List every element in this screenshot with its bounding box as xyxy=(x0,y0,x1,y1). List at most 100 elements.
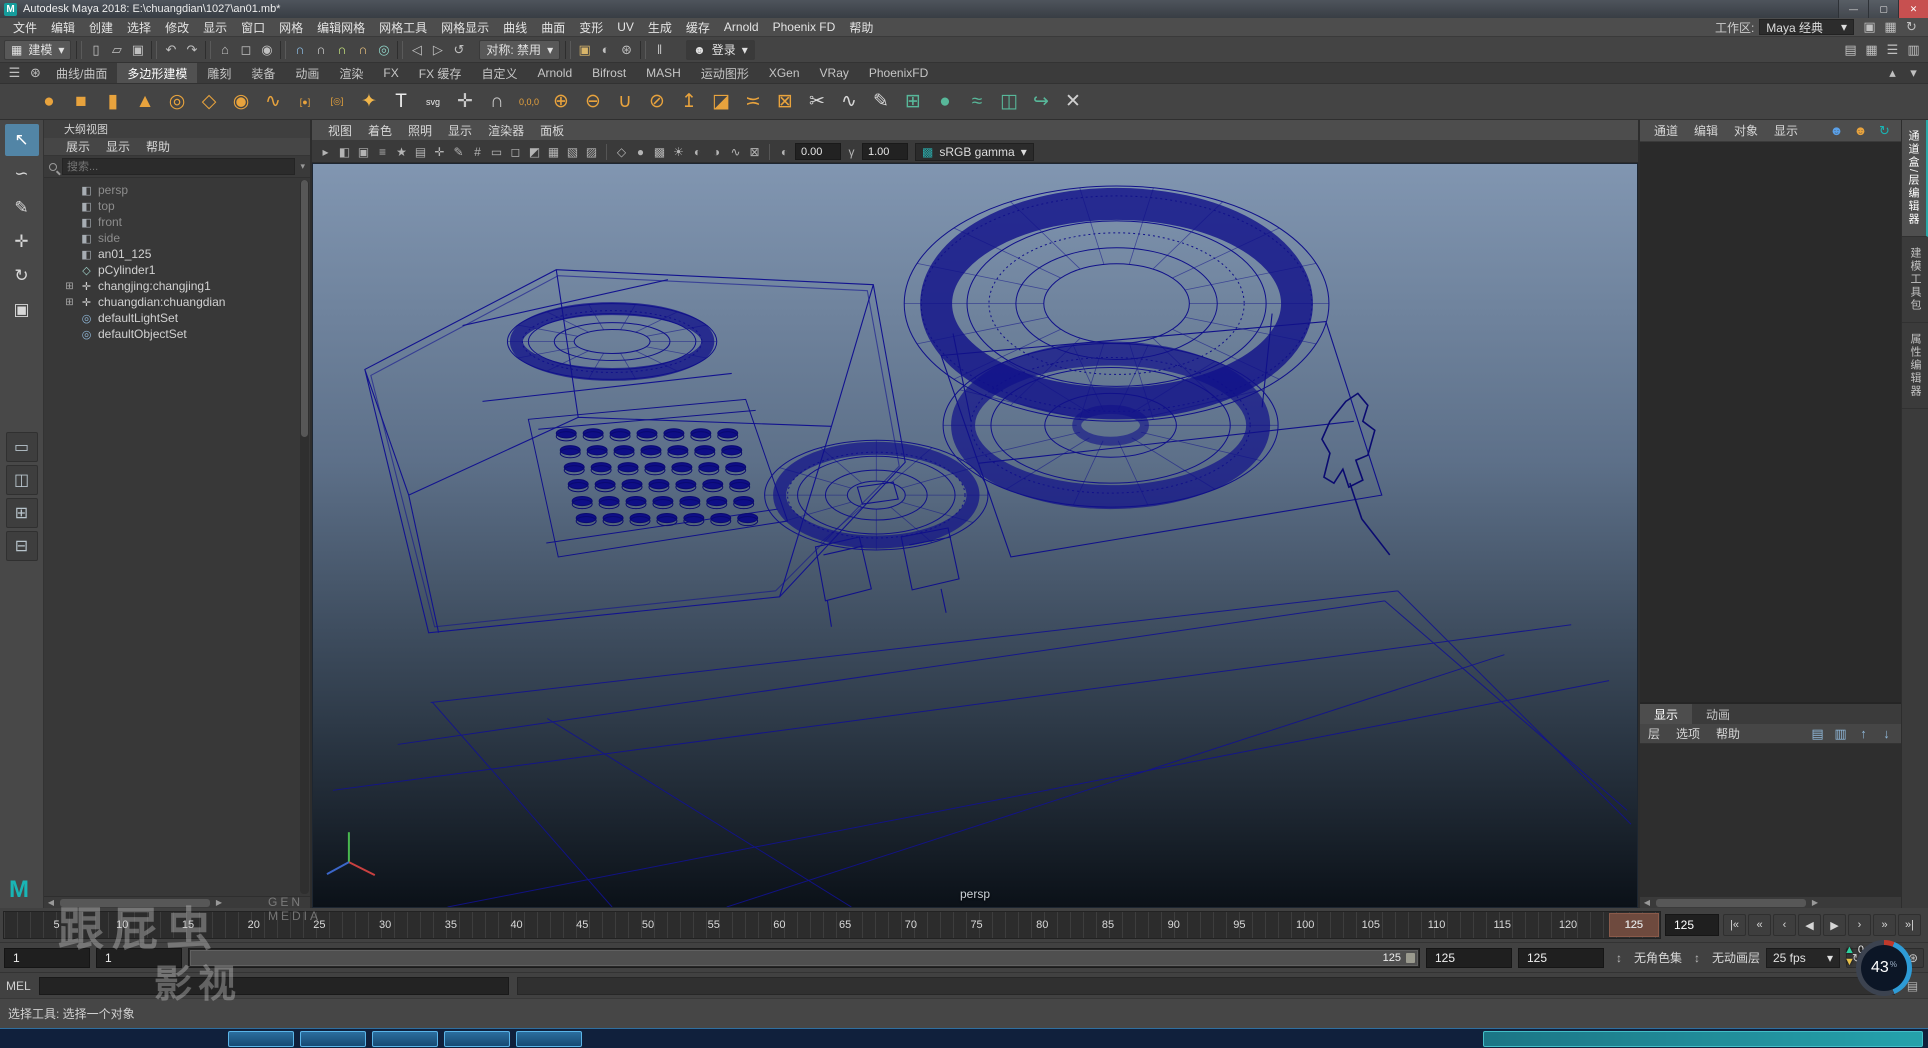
channel-box-empty-area[interactable] xyxy=(1640,142,1901,702)
poly-cylinder-icon[interactable]: ▮ xyxy=(98,87,128,117)
multi-cut-icon[interactable]: ✂ xyxy=(802,87,832,117)
select-object-icon[interactable]: ◻ xyxy=(235,39,256,60)
motion-blur-icon[interactable]: ∿ xyxy=(726,142,745,161)
scroll-left-icon[interactable]: ◀ xyxy=(44,898,58,907)
viewport-menu-item[interactable]: 渲染器 xyxy=(480,122,532,139)
range-grab-handle[interactable] xyxy=(1406,953,1415,963)
bevel-icon[interactable]: ◪ xyxy=(706,87,736,117)
shelf-tab[interactable]: VRay xyxy=(810,63,859,83)
color-management-dropdown[interactable]: ▩ sRGB gamma ▾ xyxy=(915,143,1034,161)
shelf-menu-icon[interactable]: ☰ xyxy=(4,63,25,84)
channel-box-toggle-icon[interactable]: ▥ xyxy=(1903,39,1924,60)
poly-plane-icon[interactable]: ◇ xyxy=(194,87,224,117)
command-line-language-label[interactable]: MEL xyxy=(6,979,31,993)
quad-draw-icon[interactable]: ✎ xyxy=(866,87,896,117)
outliner-menu-item[interactable]: 展示 xyxy=(58,138,98,155)
snap-curve-icon[interactable]: ∩ xyxy=(310,39,331,60)
scale-tool[interactable]: ▣ xyxy=(5,294,39,326)
outliner-item[interactable]: ◧an01_125 xyxy=(44,246,310,262)
lasso-select-tool[interactable]: ∽ xyxy=(5,158,39,190)
camera-attributes-icon[interactable]: ≡ xyxy=(373,142,392,161)
boolean-union-icon[interactable]: ∪ xyxy=(610,87,640,117)
layer-horizontal-scrollbar[interactable]: ◀ ▶ xyxy=(1640,896,1901,908)
menu-item[interactable]: 曲线 xyxy=(496,19,534,36)
poly-helix-icon[interactable]: ∿ xyxy=(258,87,288,117)
channel-box-menu-item[interactable]: 对象 xyxy=(1726,122,1766,139)
channel-box-menu-item[interactable]: 显示 xyxy=(1766,122,1806,139)
bridge-icon[interactable]: ≍ xyxy=(738,87,768,117)
shelf-tab[interactable]: FX 缓存 xyxy=(409,63,472,83)
menu-item[interactable]: 选择 xyxy=(120,19,158,36)
combine-icon[interactable]: ⊕ xyxy=(546,87,576,117)
shelf-tab[interactable]: 雕刻 xyxy=(197,63,241,83)
search-input[interactable] xyxy=(62,158,295,175)
scroll-right-icon[interactable]: ▶ xyxy=(212,898,226,907)
menu-item[interactable]: 网格 xyxy=(272,19,310,36)
outliner-item[interactable]: ◎defaultLightSet xyxy=(44,310,310,326)
snap-grid-icon[interactable]: ∩ xyxy=(289,39,310,60)
anim-layer-menu-icon[interactable]: ↕ xyxy=(1688,949,1706,967)
outliner-list[interactable]: ◧persp◧top◧front◧side◧an01_125◇pCylinder… xyxy=(44,178,310,896)
shadows-icon[interactable]: ◐ xyxy=(688,142,707,161)
minimize-button[interactable]: — xyxy=(1838,0,1868,18)
construction-history-icon[interactable]: ↺ xyxy=(448,39,469,60)
star-primitive-icon[interactable]: ✦ xyxy=(354,87,384,117)
outliner-item[interactable]: ◧front xyxy=(44,214,310,230)
mode-selector-dropdown[interactable]: ▦ 建模 ▾ xyxy=(4,40,71,60)
poly-cube-icon[interactable]: ■ xyxy=(66,87,96,117)
menu-item[interactable]: 编辑 xyxy=(44,19,82,36)
menu-item[interactable]: 文件 xyxy=(6,19,44,36)
split-pane-layout-button[interactable]: ⊟ xyxy=(6,531,38,561)
character-set-label[interactable]: 无角色集 xyxy=(1634,949,1682,966)
origin-readout-icon[interactable]: 0,0,0 xyxy=(514,87,544,117)
camera-lock-icon[interactable]: ▣ xyxy=(354,142,373,161)
menu-item[interactable]: 缓存 xyxy=(679,19,717,36)
chevron-down-icon[interactable]: ▾ xyxy=(300,161,305,172)
character-set-menu-icon[interactable]: ↕ xyxy=(1610,949,1628,967)
image-plane-icon[interactable]: ▤ xyxy=(411,142,430,161)
go-to-end-button[interactable]: »| xyxy=(1898,914,1921,936)
workspace-save-icon[interactable]: ▣ xyxy=(1859,17,1880,38)
shelf-tab[interactable]: PhoenixFD xyxy=(859,63,938,83)
performance-circle-overlay[interactable]: 43 % xyxy=(1856,940,1912,996)
outliner-item[interactable]: ◧side xyxy=(44,230,310,246)
select-tool[interactable]: ↖ xyxy=(5,124,39,156)
group-collapser[interactable] xyxy=(205,41,211,59)
paint-select-tool[interactable]: ✎ xyxy=(5,192,39,224)
shelf-tab[interactable]: FX xyxy=(373,63,408,83)
layer-editor-tab[interactable]: 显示 xyxy=(1640,704,1692,724)
grease-pencil-icon[interactable]: ✎ xyxy=(449,142,468,161)
grid-icon[interactable]: # xyxy=(468,142,487,161)
poly-torus-icon[interactable]: ◎ xyxy=(162,87,192,117)
timeline-ruler[interactable]: 125 510152025303540455055606570758085909… xyxy=(3,911,1661,939)
taskbar-window-button[interactable] xyxy=(516,1031,582,1047)
save-scene-icon[interactable]: ▣ xyxy=(127,39,148,60)
workspace-dropdown[interactable]: Maya 经典 ▾ xyxy=(1759,19,1854,35)
expand-icon[interactable]: ⊞ xyxy=(64,297,75,308)
viewport-menu-item[interactable]: 显示 xyxy=(440,122,480,139)
layer-editor-tab[interactable]: 动画 xyxy=(1692,704,1744,724)
undo-icon[interactable]: ↶ xyxy=(160,39,181,60)
menu-item[interactable]: Arnold xyxy=(717,20,766,34)
field-chart-icon[interactable]: ▦ xyxy=(544,142,563,161)
ambient-occlusion-icon[interactable]: ◑ xyxy=(707,142,726,161)
menu-item[interactable]: UV xyxy=(610,20,641,34)
two-pane-layout-button[interactable]: ◫ xyxy=(6,465,38,495)
mirror-geometry-icon[interactable]: ◫ xyxy=(994,87,1024,117)
rotate-tool[interactable]: ↻ xyxy=(5,260,39,292)
anim-layer-label[interactable]: 无动画层 xyxy=(1712,949,1760,966)
group-collapser[interactable] xyxy=(565,41,571,59)
taskbar-window-button[interactable] xyxy=(300,1031,366,1047)
menu-item[interactable]: 创建 xyxy=(82,19,120,36)
layer-move-down-icon[interactable]: ↓ xyxy=(1876,723,1897,744)
shelf-tab[interactable]: XGen xyxy=(759,63,810,83)
smooth-shade-icon[interactable]: ● xyxy=(631,142,650,161)
gamma-icon[interactable]: γ xyxy=(842,142,861,161)
menu-item[interactable]: 变形 xyxy=(572,19,610,36)
group-collapser[interactable] xyxy=(280,41,286,59)
tool-settings-toggle-icon[interactable]: ☰ xyxy=(1882,39,1903,60)
input-connections-icon[interactable]: ◁ xyxy=(406,39,427,60)
redo-icon[interactable]: ↷ xyxy=(181,39,202,60)
menu-item[interactable]: 生成 xyxy=(641,19,679,36)
current-frame-field[interactable]: 125 xyxy=(1665,914,1719,936)
